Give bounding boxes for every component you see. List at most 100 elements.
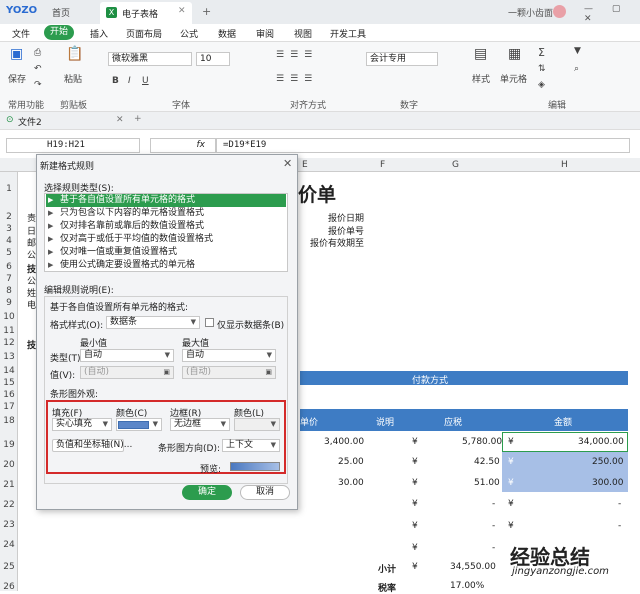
redo-icon[interactable]: ↷ [34,80,42,90]
taxrate-value[interactable]: 17.00% [450,581,484,591]
row-number[interactable]: 20 [2,460,16,470]
row-number[interactable]: 15 [2,378,16,388]
show-bar-only-checkbox[interactable] [205,318,214,327]
save-button[interactable]: 保存 [8,72,26,85]
tax-cell[interactable]: 42.50 [474,457,500,467]
min-type-select[interactable]: 自动 ▼ [80,349,174,362]
undo-icon[interactable]: ↶ [34,64,42,74]
style-icon[interactable]: ▤ [474,46,487,62]
fx-button[interactable]: fx [150,138,216,153]
row-number[interactable]: 22 [2,500,16,510]
formula-input[interactable]: =D19*E19 [216,138,630,153]
tax-cell[interactable]: - [492,499,495,509]
price-cell[interactable]: 30.00 [338,478,364,488]
row-number[interactable]: 19 [2,440,16,450]
row-number[interactable]: 6 [2,262,16,272]
amount-cell[interactable]: 34,000.00 [578,437,624,447]
row-number[interactable]: 4 [2,236,16,246]
tax-cell[interactable]: 5,780.00 [462,437,502,447]
rule-type-item[interactable]: 仅对唯一值或重复值设置格式 [46,246,286,259]
row-number[interactable]: 12 [2,338,16,348]
align-icons-2[interactable]: ☰☰☰ [276,74,318,84]
amount-cell[interactable]: - [618,521,621,531]
font-name-select[interactable]: 微软雅黑 [108,52,192,66]
rule-type-item[interactable]: 仅对排名靠前或靠后的数值设置格式 [46,220,286,233]
close-icon[interactable]: ✕ [283,157,292,170]
cells-icon[interactable]: ▦ [508,46,521,62]
add-file-icon[interactable]: + [134,114,142,124]
close-tab-icon[interactable]: ✕ [178,6,186,16]
row-number[interactable]: 3 [2,224,16,234]
direction-select[interactable]: 上下文 ▼ [222,439,280,452]
save-icon[interactable]: ▣ [10,46,23,62]
row-number[interactable]: 8 [2,286,16,296]
tax-cell[interactable]: - [492,543,495,553]
menu-data[interactable]: 数据 [218,27,236,40]
align-icons[interactable]: ☰☰☰ [276,50,318,60]
row-number[interactable]: 14 [2,366,16,376]
tax-cell[interactable]: - [492,521,495,531]
price-cell[interactable]: 25.00 [338,457,364,467]
cells-button[interactable]: 单元格 [500,72,527,85]
col-f[interactable]: F [380,160,385,170]
underline-icon[interactable]: U [142,76,149,86]
col-e[interactable]: E [302,160,308,170]
fill-icon[interactable]: ▼ [574,46,581,56]
row-number[interactable]: 2 [2,212,16,222]
format-style-select[interactable]: 数据条 ▼ [106,316,200,329]
row-number[interactable]: 1 [2,184,16,194]
negative-axis-button[interactable]: 负值和坐标轴(N)... [52,439,132,452]
paste-button[interactable]: 粘贴 [64,72,82,85]
paste-icon[interactable]: 📋 [66,46,83,62]
min-value-input[interactable]: (自动) ▣ [80,366,174,379]
menu-start[interactable]: 开始 [44,25,74,40]
price-cell[interactable]: 3,400.00 [324,437,364,447]
document-tab[interactable]: X 电子表格 ✕ [100,2,192,24]
menu-formula[interactable]: 公式 [180,27,198,40]
max-value-input[interactable]: (自动) ▣ [182,366,276,379]
window-controls[interactable]: — ▢ ✕ [584,4,640,24]
find-icon[interactable]: ⌕ [574,64,579,74]
row-number[interactable]: 25 [2,562,16,572]
new-tab-icon[interactable]: + [202,5,211,18]
close-file-icon[interactable]: ✕ [116,115,124,125]
tax-cell[interactable]: 51.00 [474,478,500,488]
row-number[interactable]: 11 [2,326,16,336]
menu-page-layout[interactable]: 页面布局 [126,27,162,40]
sum-icon[interactable]: Σ [538,46,545,59]
row-number[interactable]: 9 [2,298,16,308]
italic-icon[interactable]: I [128,76,131,86]
row-number[interactable]: 13 [2,352,16,362]
sort-icon[interactable]: ⇅ [538,64,546,74]
row-number[interactable]: 16 [2,390,16,400]
menu-developer[interactable]: 开发工具 [330,27,366,40]
style-button[interactable]: 样式 [472,72,490,85]
col-g[interactable]: G [452,160,459,170]
rule-type-item[interactable]: 基于各自值设置所有单元格的格式 [46,194,286,207]
bold-icon[interactable]: B [112,76,119,86]
row-number[interactable]: 17 [2,402,16,412]
row-number[interactable]: 21 [2,480,16,490]
rule-type-item[interactable]: 只为包含以下内容的单元格设置格式 [46,207,286,220]
row-number[interactable]: 7 [2,274,16,284]
fill-select[interactable]: 实心填充 ▼ [52,418,112,431]
name-box[interactable]: H19:H21 [6,138,140,153]
cancel-button[interactable]: 取消 [240,485,290,500]
subtotal-value[interactable]: 34,550.00 [450,562,496,572]
menu-file[interactable]: 文件 [12,27,30,40]
ok-button[interactable]: 确定 [182,485,232,500]
font-size-select[interactable]: 10 [196,52,230,66]
menu-review[interactable]: 审阅 [256,27,274,40]
home-tab[interactable]: 首页 [52,6,70,19]
rule-type-item[interactable]: 仅对高于或低于平均值的数值设置格式 [46,233,286,246]
max-type-select[interactable]: 自动 ▼ [182,349,276,362]
row-number[interactable]: 18 [2,416,16,426]
rule-type-item[interactable]: 使用公式确定要设置格式的单元格 [46,259,286,272]
amount-cell[interactable]: 300.00 [592,478,624,488]
user-name[interactable]: 一颗小齿面 [508,6,553,19]
print-icon[interactable]: ⎙ [34,48,41,58]
col-h[interactable]: H [561,160,568,170]
row-number[interactable]: 10 [2,312,16,322]
row-number[interactable]: 23 [2,520,16,530]
number-format-select[interactable]: 会计专用 [366,52,438,66]
